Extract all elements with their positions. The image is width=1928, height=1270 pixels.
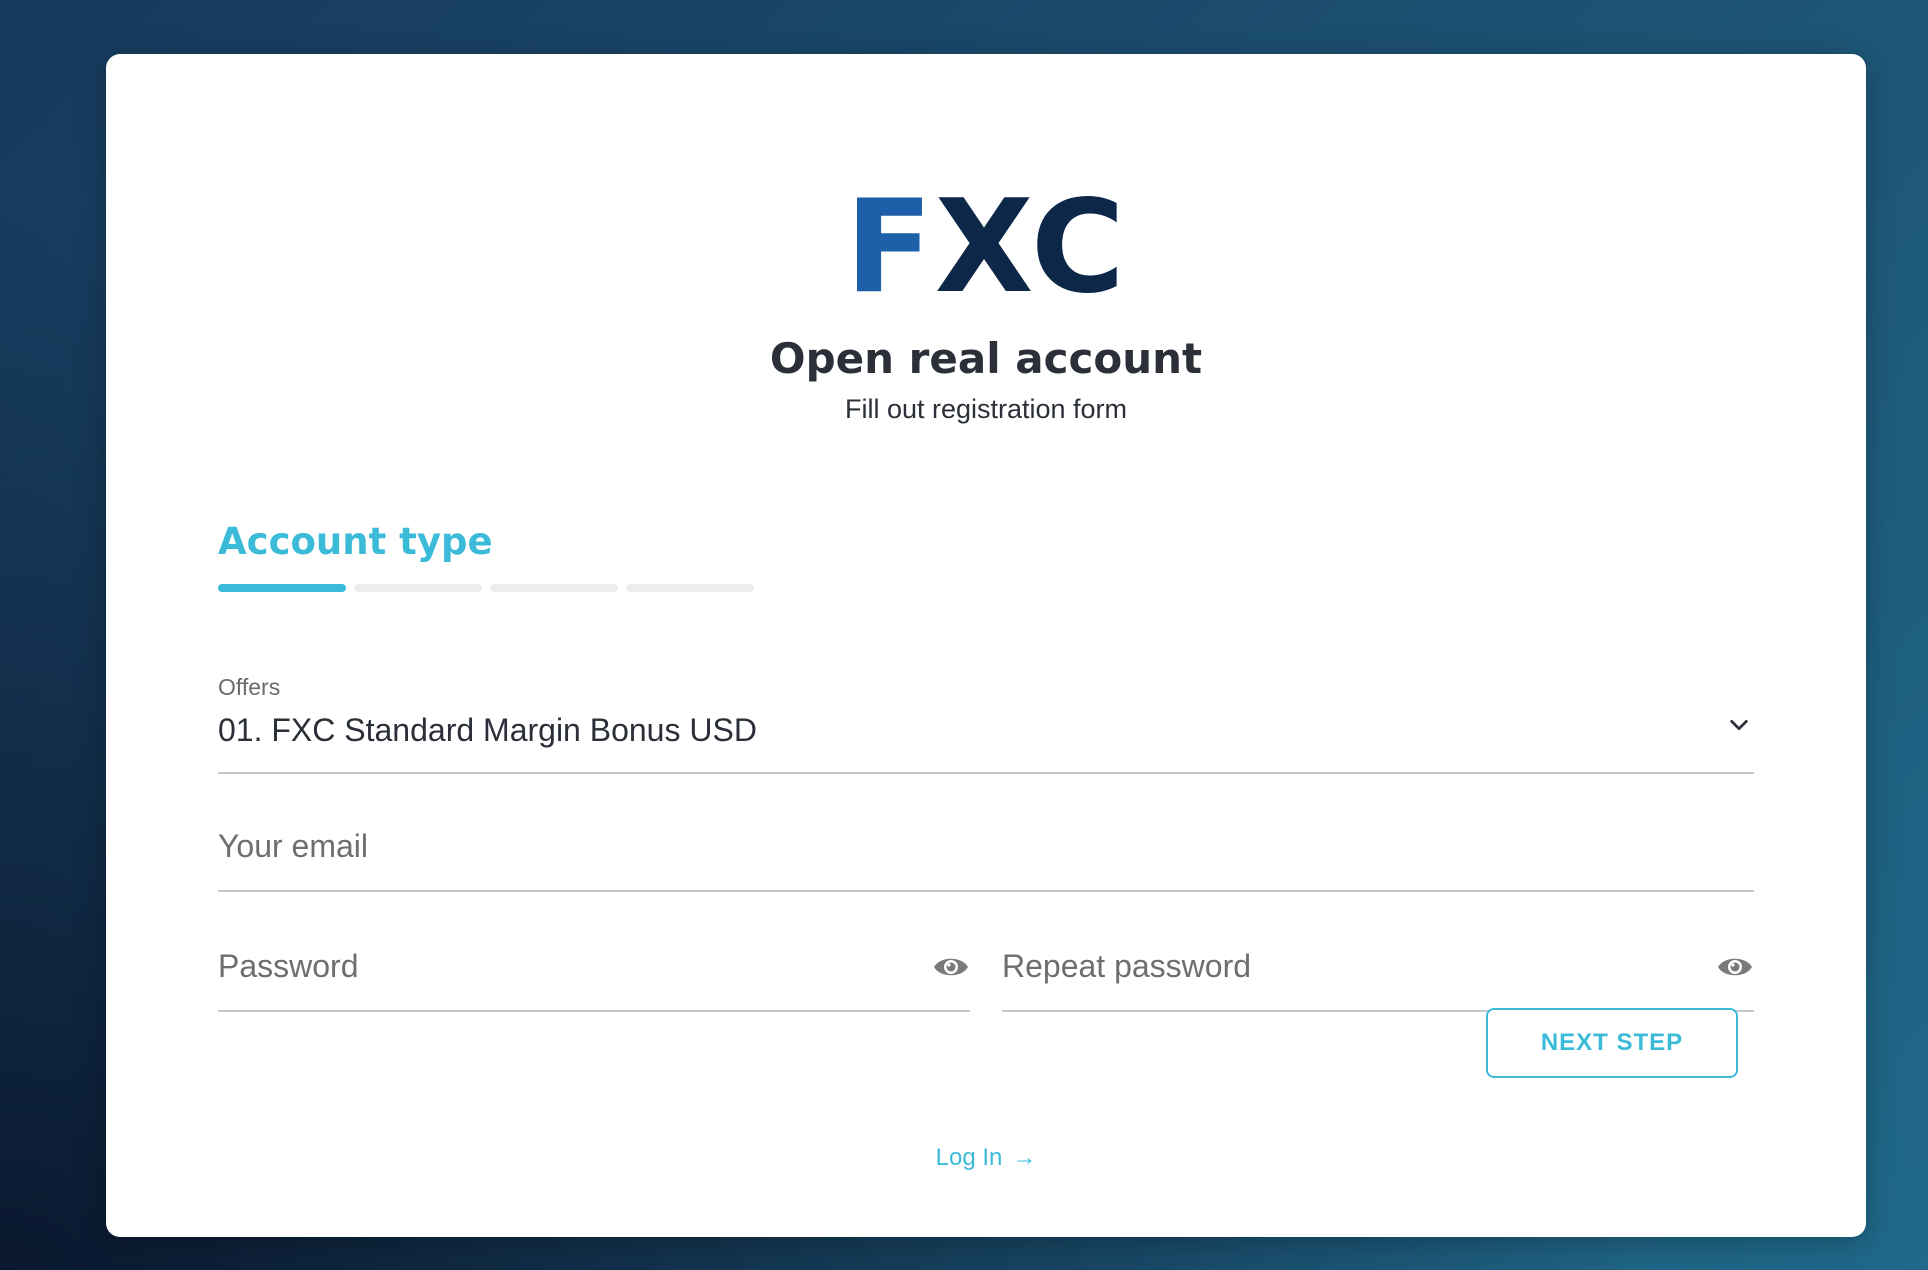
progress-segment-2 [354, 584, 482, 592]
arrow-right-icon: → [1012, 1144, 1037, 1171]
step-title: Account type [218, 520, 493, 563]
offers-selected-value[interactable]: 01. FXC Standard Margin Bonus USD [218, 712, 757, 749]
registration-card: FXC Open real account Fill out registrat… [106, 54, 1866, 1237]
offers-label: Offers [218, 674, 281, 700]
chevron-down-icon[interactable] [1728, 714, 1750, 736]
progress-segment-4 [626, 584, 754, 592]
progress-segment-1 [218, 584, 346, 592]
page-title: Open real account [769, 334, 1203, 383]
logo-letters-xc: XC [934, 173, 1127, 322]
eye-icon[interactable] [1716, 952, 1754, 982]
email-field[interactable] [218, 828, 1704, 865]
fxc-logo: FXC [106, 184, 1866, 312]
login-label: Log In [935, 1144, 1003, 1171]
login-link[interactable]: Log In → [106, 1144, 1866, 1172]
email-field-wrapper [218, 810, 1754, 892]
repeat-password-field-wrapper [1002, 930, 1754, 1012]
password-field[interactable] [218, 948, 920, 985]
page-subtitle: Fill out registration form [844, 394, 1128, 424]
progress-segment-3 [490, 584, 618, 592]
step-progress [218, 584, 754, 592]
repeat-password-field[interactable] [1002, 948, 1704, 985]
next-step-button[interactable]: NEXT STEP [1486, 1008, 1738, 1078]
eye-icon[interactable] [932, 952, 970, 982]
logo-letter-f: F [845, 173, 935, 322]
password-field-wrapper [218, 930, 970, 1012]
offers-select[interactable]: Offers 01. FXC Standard Margin Bonus USD [218, 674, 1754, 774]
